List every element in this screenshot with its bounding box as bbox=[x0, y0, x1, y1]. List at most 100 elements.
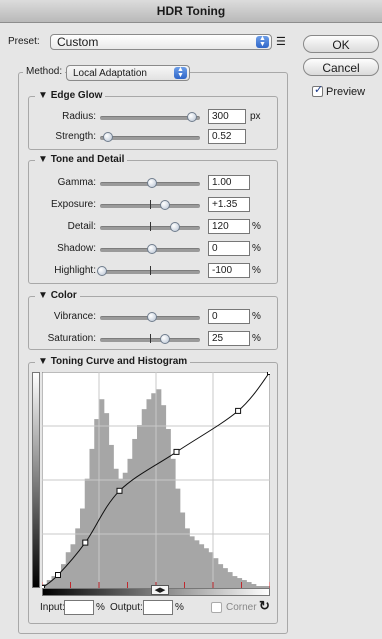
curve-point[interactable] bbox=[267, 372, 271, 375]
histogram-bar bbox=[108, 444, 114, 588]
highlight-slider-thumb[interactable] bbox=[97, 266, 107, 276]
reset-icon[interactable]: ↻ bbox=[259, 598, 270, 614]
input-unit: % bbox=[96, 602, 105, 613]
preview-label: Preview bbox=[326, 86, 366, 98]
histogram-bar bbox=[84, 478, 91, 588]
window-title: HDR Toning bbox=[0, 0, 382, 23]
histogram-bar bbox=[132, 438, 138, 588]
histogram-bar bbox=[232, 576, 238, 588]
saturation-slider-thumb[interactable] bbox=[160, 334, 170, 344]
detail-input[interactable]: 120 bbox=[208, 219, 250, 234]
histogram-bar bbox=[137, 425, 143, 588]
detail-label: Detail: bbox=[67, 221, 96, 232]
histogram-bar bbox=[198, 544, 205, 588]
detail-unit: % bbox=[252, 221, 261, 232]
shadow-label: Shadow: bbox=[57, 243, 96, 254]
curve-point[interactable] bbox=[55, 572, 61, 578]
histogram-bar bbox=[61, 564, 67, 588]
color-title[interactable]: ▼ Color bbox=[35, 290, 80, 302]
input-label: Input: bbox=[40, 602, 66, 613]
gamma-input[interactable]: 1.00 bbox=[208, 175, 250, 190]
histogram-bar bbox=[160, 405, 167, 588]
preset-label: Preset: bbox=[8, 36, 40, 47]
curve-graph[interactable] bbox=[42, 372, 270, 588]
histogram-bar bbox=[99, 399, 105, 588]
toning-curve-title[interactable]: ▼ Toning Curve and Histogram bbox=[35, 356, 191, 368]
curve-point[interactable] bbox=[116, 487, 123, 494]
histogram-bar bbox=[141, 409, 148, 588]
saturation-center-tick bbox=[150, 334, 151, 343]
vibrance-unit: % bbox=[252, 311, 261, 322]
shadow-slider-thumb[interactable] bbox=[147, 244, 157, 254]
radius-slider-thumb[interactable] bbox=[187, 112, 197, 122]
vibrance-label: Vibrance: bbox=[53, 311, 96, 322]
shadow-input[interactable]: 0 bbox=[208, 241, 250, 256]
checkmark-icon: ✓ bbox=[314, 84, 324, 96]
histogram-bar bbox=[170, 458, 176, 588]
output-label: Output: bbox=[110, 602, 143, 613]
exposure-center-tick bbox=[150, 200, 151, 209]
preview-checkbox[interactable]: ✓ bbox=[312, 84, 324, 97]
histogram-bar bbox=[179, 512, 186, 588]
histogram-bar bbox=[127, 458, 133, 588]
histogram-bar bbox=[165, 429, 171, 588]
detail-center-tick bbox=[150, 222, 151, 231]
radius-slider-track[interactable] bbox=[100, 116, 200, 120]
detail-slider-thumb[interactable] bbox=[170, 222, 180, 232]
radius-input[interactable]: 300 bbox=[208, 109, 246, 124]
gamma-slider-thumb[interactable] bbox=[147, 178, 157, 188]
output-unit: % bbox=[175, 602, 184, 613]
histogram-bar bbox=[203, 548, 209, 588]
curve-point[interactable] bbox=[235, 407, 242, 414]
method-value: Local Adaptation bbox=[73, 68, 147, 79]
histogram-bar bbox=[227, 572, 233, 588]
histogram-bar bbox=[70, 544, 76, 588]
histogram-bar bbox=[89, 448, 95, 588]
vibrance-slider-thumb[interactable] bbox=[147, 312, 157, 322]
strength-slider-track[interactable] bbox=[100, 136, 200, 140]
histogram-bar bbox=[213, 558, 219, 588]
tone-detail-title[interactable]: ▼ Tone and Detail bbox=[35, 154, 128, 166]
scroll-arrows-icon[interactable]: ◀▶ bbox=[151, 585, 169, 595]
histogram-bar bbox=[241, 580, 247, 588]
saturation-label: Saturation: bbox=[47, 333, 96, 344]
preset-dropdown[interactable]: Custom ▲ ▼ bbox=[50, 34, 272, 50]
histogram-bar bbox=[156, 389, 162, 588]
highlight-center-tick bbox=[150, 266, 151, 275]
radius-label: Radius: bbox=[62, 111, 96, 122]
histogram-bar bbox=[146, 399, 152, 588]
input-field[interactable] bbox=[64, 600, 94, 615]
corner-checkbox[interactable] bbox=[211, 602, 222, 613]
ok-button[interactable]: OK bbox=[303, 35, 379, 53]
histogram-bar bbox=[75, 528, 81, 588]
exposure-slider-thumb[interactable] bbox=[160, 200, 170, 210]
output-field[interactable] bbox=[143, 600, 173, 615]
strength-input[interactable]: 0.52 bbox=[208, 129, 246, 144]
histogram-bar bbox=[103, 413, 110, 588]
histogram-bar bbox=[184, 528, 190, 588]
curve-point[interactable] bbox=[173, 448, 180, 455]
output-gradient-bar bbox=[32, 372, 40, 588]
radius-unit: px bbox=[250, 111, 261, 122]
strength-slider-thumb[interactable] bbox=[103, 132, 113, 142]
histogram-bar bbox=[118, 478, 124, 588]
saturation-unit: % bbox=[252, 333, 261, 344]
highlight-input[interactable]: -100 bbox=[208, 263, 250, 278]
edge-glow-title[interactable]: ▼ Edge Glow bbox=[35, 90, 106, 102]
preset-value: Custom bbox=[57, 35, 99, 49]
highlight-unit: % bbox=[252, 265, 261, 276]
method-dropdown[interactable]: Local Adaptation ▲ ▼ bbox=[66, 65, 190, 81]
vibrance-input[interactable]: 0 bbox=[208, 309, 250, 324]
method-label: Method: bbox=[23, 66, 66, 78]
strength-label: Strength: bbox=[55, 131, 96, 142]
histogram-bar bbox=[113, 468, 119, 588]
exposure-input[interactable]: +1.35 bbox=[208, 197, 250, 212]
curve-point[interactable] bbox=[82, 539, 89, 546]
histogram-bar bbox=[175, 488, 181, 588]
cancel-button[interactable]: Cancel bbox=[303, 58, 379, 76]
saturation-input[interactable]: 25 bbox=[208, 331, 250, 346]
histogram-bar bbox=[189, 536, 195, 588]
histogram-bar bbox=[217, 564, 224, 588]
list-menu-icon[interactable]: ☰ bbox=[276, 35, 286, 48]
highlight-label: Highlight: bbox=[54, 265, 96, 276]
